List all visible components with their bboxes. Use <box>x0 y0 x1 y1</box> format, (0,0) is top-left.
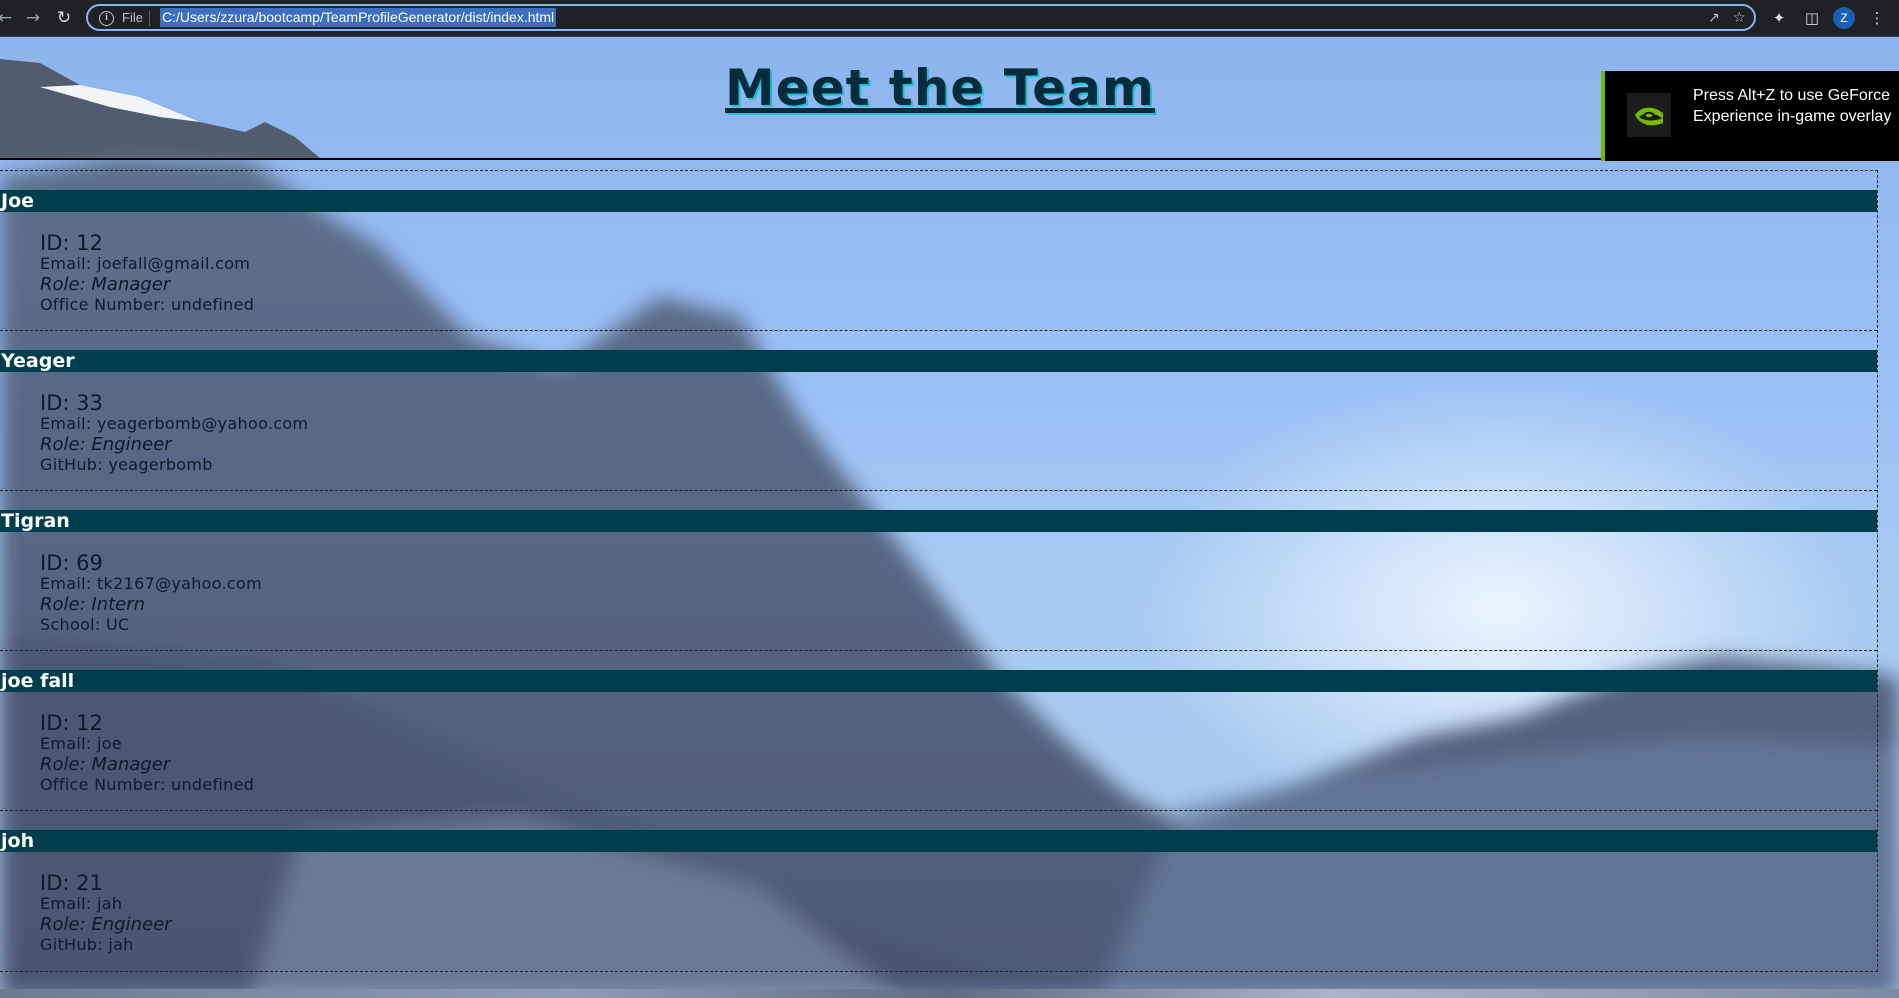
employee-id: ID: 33 <box>40 391 103 415</box>
page-title: Meet the Team <box>725 59 1155 117</box>
employee-details: ID: 12 Email: joefall@gmail.com Role: Ma… <box>40 230 254 315</box>
browser-toolbar: ← → ↻ i File C:/Users/zzura/bootcamp/Tea… <box>0 0 1899 37</box>
employee-email: Email: yeagerbomb@yahoo.com <box>40 414 309 433</box>
extensions-icon[interactable]: ✦ <box>1768 7 1790 29</box>
reload-icon[interactable]: ↻ <box>53 7 75 29</box>
employee-details: ID: 21 Email: jah Role: Engineer GitHub:… <box>40 870 172 955</box>
employee-extra: GitHub: yeagerbomb <box>40 455 213 474</box>
employee-id: ID: 12 <box>40 711 103 735</box>
back-icon[interactable]: ← <box>0 7 16 29</box>
nvidia-icon <box>1627 93 1671 137</box>
geforce-overlay-notification[interactable]: Press Alt+Z to use GeForce Experience in… <box>1601 71 1899 161</box>
employee-role: Role: Engineer <box>40 914 172 935</box>
employee-name: joh <box>0 830 1877 852</box>
employee-card: Tigran ID: 69 Email: tk2167@yahoo.com Ro… <box>0 491 1877 651</box>
employee-email: Email: tk2167@yahoo.com <box>40 574 262 593</box>
employee-name: joe fall <box>0 670 1877 692</box>
employee-extra: GitHub: jah <box>40 935 134 954</box>
employee-card: joh ID: 21 Email: jah Role: Engineer Git… <box>0 811 1877 971</box>
employee-id: ID: 12 <box>40 231 103 255</box>
star-icon[interactable]: ☆ <box>1733 9 1746 27</box>
employee-details: ID: 33 Email: yeagerbomb@yahoo.com Role:… <box>40 390 308 475</box>
divider <box>149 11 150 26</box>
share-icon[interactable]: ↗ <box>1708 9 1720 27</box>
employee-email: Email: jah <box>40 894 123 913</box>
employee-email: Email: joe <box>40 734 122 753</box>
employee-id: ID: 21 <box>40 871 103 895</box>
side-panel-icon[interactable]: ◫ <box>1801 7 1823 29</box>
forward-icon[interactable]: → <box>22 7 44 29</box>
url-text[interactable]: C:/Users/zzura/bootcamp/TeamProfileGener… <box>160 8 557 27</box>
employee-extra: Office Number: undefined <box>40 295 255 314</box>
employee-name: Yeager <box>0 350 1877 372</box>
employee-role: Role: Manager <box>40 274 171 295</box>
page-viewport: Meet the Team Joe ID: 12 Email: joefall@… <box>0 37 1899 998</box>
employee-details: ID: 12 Email: joe Role: Manager Office N… <box>40 710 254 795</box>
address-bar[interactable]: i File C:/Users/zzura/bootcamp/TeamProfi… <box>86 4 1756 31</box>
info-icon[interactable]: i <box>99 11 114 26</box>
avatar[interactable]: Z <box>1833 7 1855 29</box>
employee-role: Role: Manager <box>40 754 171 775</box>
employee-details: ID: 69 Email: tk2167@yahoo.com Role: Int… <box>40 550 262 635</box>
team-list: Joe ID: 12 Email: joefall@gmail.com Role… <box>0 170 1878 972</box>
employee-name: Joe <box>0 190 1877 212</box>
employee-role: Role: Intern <box>40 594 146 615</box>
employee-id: ID: 69 <box>40 551 103 575</box>
employee-card: Yeager ID: 33 Email: yeagerbomb@yahoo.co… <box>0 331 1877 491</box>
overlay-message: Press Alt+Z to use GeForce Experience in… <box>1693 87 1892 125</box>
menu-icon[interactable]: ⋮ <box>1866 7 1888 29</box>
background-rock-strip <box>0 989 1899 998</box>
employee-email: Email: joefall@gmail.com <box>40 254 251 273</box>
scheme-label: File <box>122 10 143 25</box>
employee-name: Tigran <box>0 510 1877 532</box>
employee-role: Role: Engineer <box>40 434 172 455</box>
employee-card: joe fall ID: 12 Email: joe Role: Manager… <box>0 651 1877 811</box>
employee-card: Joe ID: 12 Email: joefall@gmail.com Role… <box>0 171 1877 331</box>
employee-extra: School: UC <box>40 615 130 634</box>
employee-extra: Office Number: undefined <box>40 775 255 794</box>
